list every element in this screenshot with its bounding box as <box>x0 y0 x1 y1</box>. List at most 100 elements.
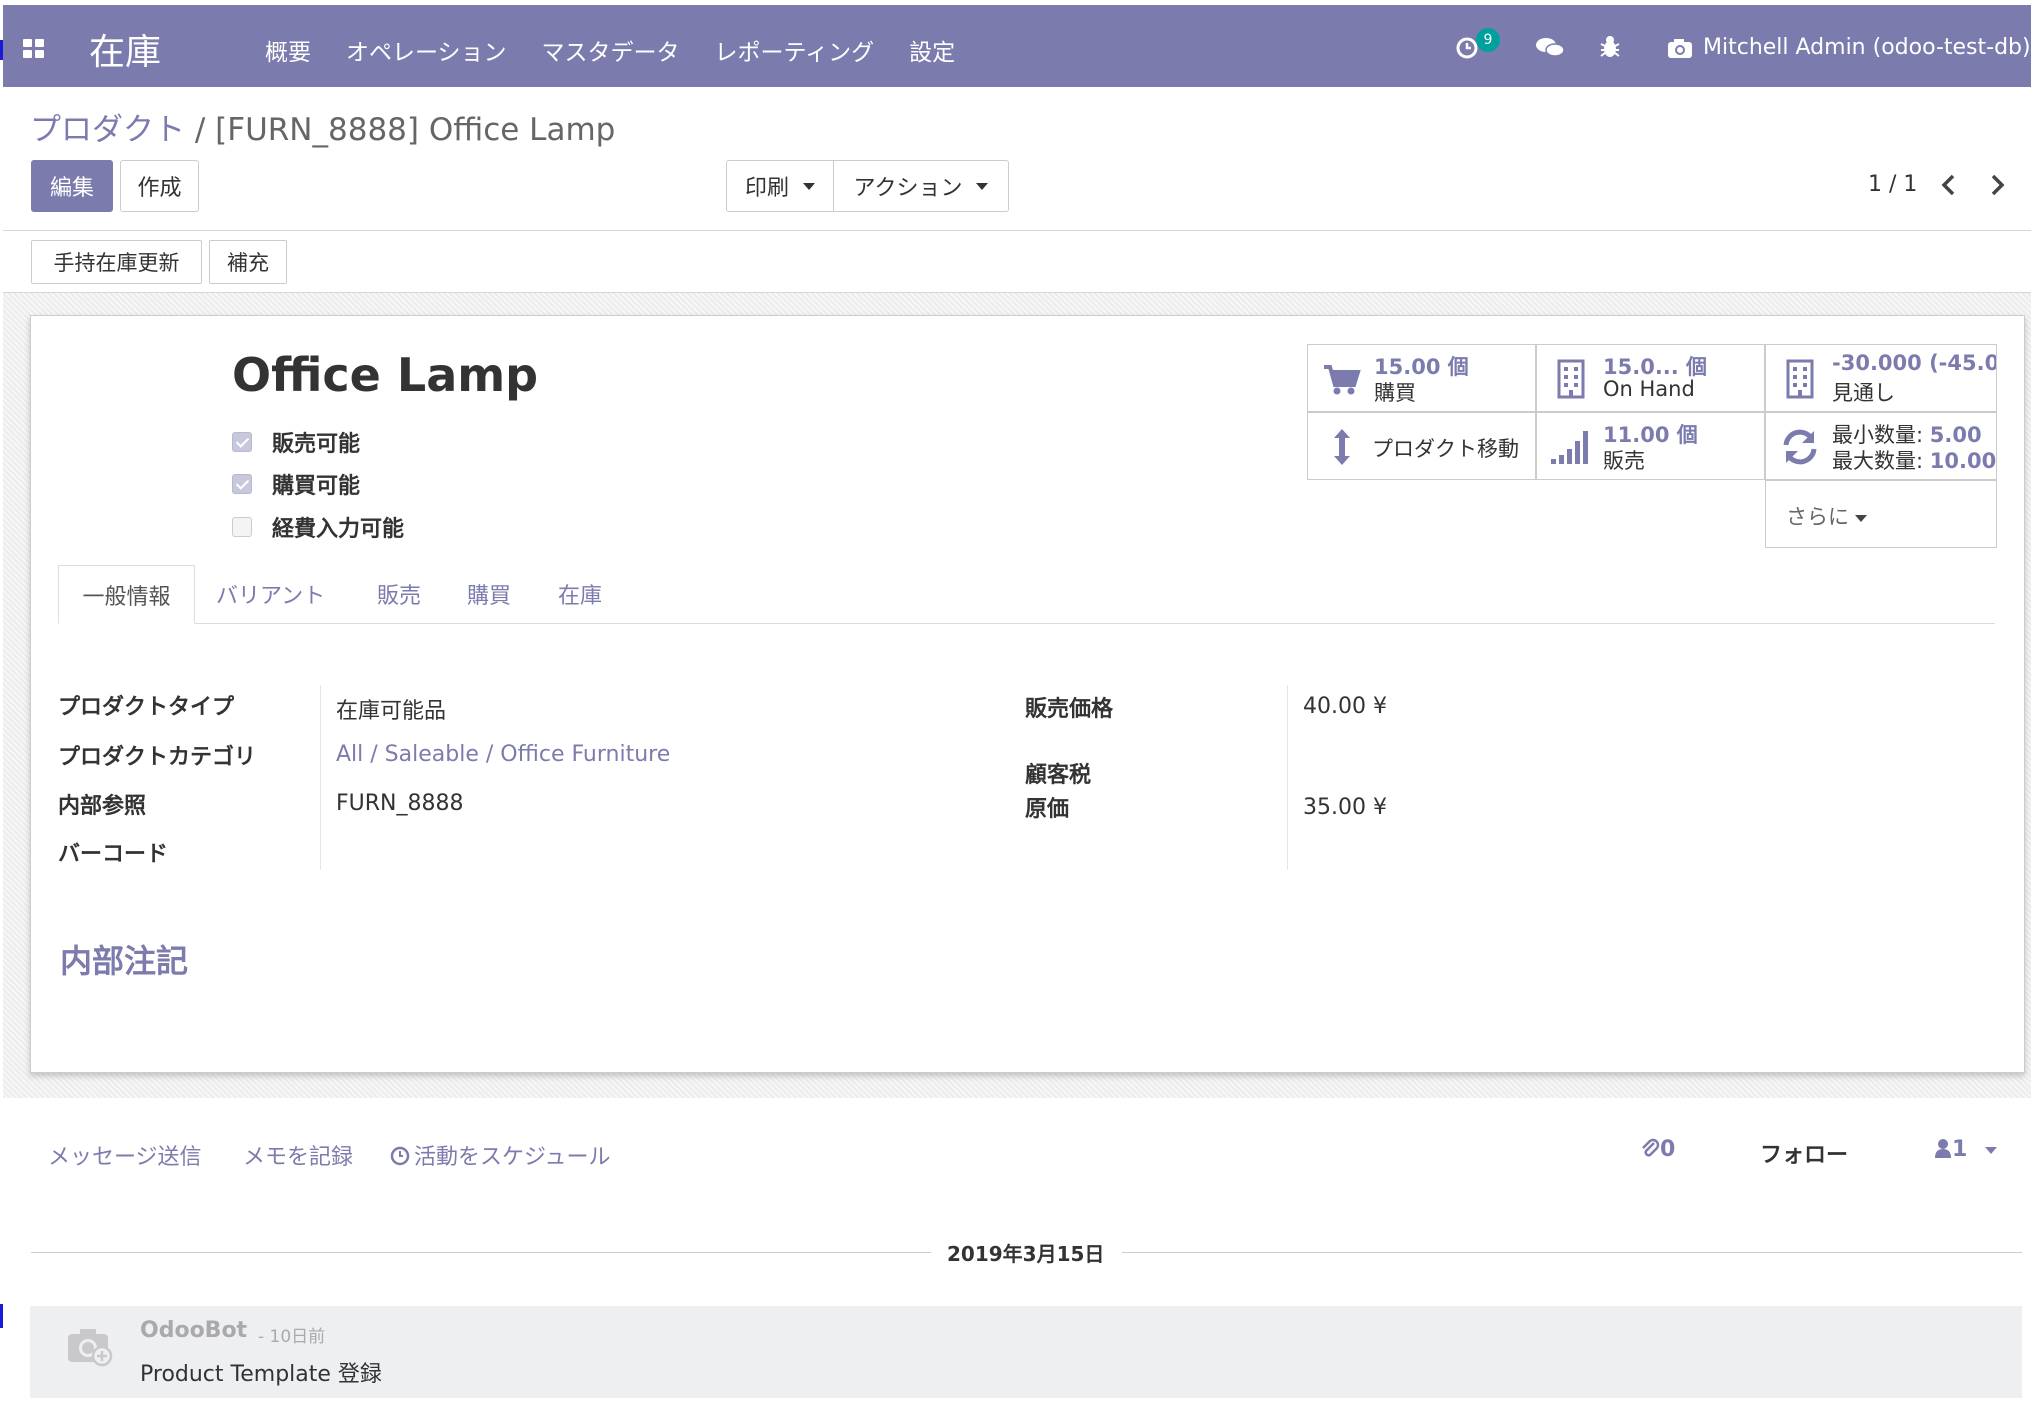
cost-label: 原価 <box>1025 797 1070 822</box>
apps-menu-icon[interactable] <box>23 39 45 59</box>
date-separator-line <box>31 1252 931 1253</box>
tab-sales[interactable]: 販売 <box>377 578 421 610</box>
reorder-max-label: 最大数量: <box>1832 449 1924 473</box>
internal-reference-value[interactable]: FURN_8888 <box>336 791 464 816</box>
on-hand-smart-button[interactable]: 15.0... 個 On Hand <box>1536 344 1765 412</box>
bot-avatar-icon <box>68 1329 113 1367</box>
product-moves-label: プロダクト移動 <box>1372 437 1519 461</box>
action-dropdown[interactable]: アクション <box>833 160 1009 212</box>
attachments-button[interactable]: 0 <box>1640 1137 1675 1162</box>
building-icon <box>1557 359 1585 399</box>
schedule-activity-button[interactable]: 活動をスケジュール <box>390 1139 610 1171</box>
activity-count-badge: 9 <box>1476 28 1500 52</box>
purchase-ok-checkbox[interactable] <box>232 474 252 494</box>
product-name: Office Lamp <box>232 348 539 402</box>
sold-label: 販売 <box>1603 449 1645 473</box>
sold-smart-button[interactable]: 11.00 個 販売 <box>1536 412 1765 480</box>
forecast-label: 見通し <box>1832 381 1895 405</box>
breadcrumb: プロダクト / [FURN_8888] Office Lamp <box>30 104 615 149</box>
user-avatar-icon[interactable] <box>1667 36 1695 60</box>
caret-down-icon <box>1985 1146 1998 1154</box>
caret-down-icon <box>803 182 815 190</box>
reorder-min-label: 最小数量: <box>1832 423 1924 447</box>
breadcrumb-separator: / <box>185 112 216 148</box>
follow-button[interactable]: フォロー <box>1760 1137 1848 1169</box>
message-body: Product Template 登録 <box>140 1362 382 1387</box>
replenish-button[interactable]: 補充 <box>209 240 287 284</box>
app-title[interactable]: 在庫 <box>89 23 161 75</box>
building-icon <box>1786 359 1814 399</box>
on-hand-label: On Hand <box>1603 377 1695 401</box>
shopping-cart-icon <box>1324 365 1361 395</box>
purchase-ok-label: 購買可能 <box>272 474 361 499</box>
purchase-ok-checkbox-row: 購買可能 <box>232 468 360 500</box>
pager-next-icon[interactable] <box>1982 170 2012 200</box>
main-menu: 概要 オペレーション マスタデータ レポーティング 設定 <box>265 33 990 67</box>
product-type-value[interactable]: 在庫可能品 <box>336 693 446 725</box>
user-icon <box>1935 1139 1951 1158</box>
product-category-link[interactable]: All / Saleable / Office Furniture <box>336 742 670 767</box>
reordering-rules-smart-button[interactable]: 最小数量: 5.00 最大数量: 10.00 <box>1765 412 1997 480</box>
barcode-label: バーコード <box>58 842 169 867</box>
menu-settings[interactable]: 設定 <box>909 33 955 67</box>
paperclip-icon <box>1642 1138 1660 1157</box>
user-menu[interactable]: Mitchell Admin (odoo-test-db) <box>1703 35 2031 60</box>
caret-down-icon <box>1855 514 1867 522</box>
pager-value[interactable]: 1 / 1 <box>1868 172 1917 197</box>
edit-button[interactable]: 編集 <box>31 160 113 212</box>
product-category-label: プロダクトカテゴリ <box>58 745 257 770</box>
control-panel-divider <box>3 230 2031 231</box>
sales-price-value[interactable]: 40.00 ¥ <box>1303 694 1387 719</box>
tabs-underline <box>58 623 1995 624</box>
log-note-button[interactable]: メモを記録 <box>243 1139 353 1171</box>
menu-reporting[interactable]: レポーティング <box>715 33 875 67</box>
customer-taxes-label: 顧客税 <box>1025 763 1092 788</box>
more-smart-buttons-dropdown[interactable]: さらに <box>1765 480 1997 548</box>
clock-icon <box>390 1146 410 1166</box>
internal-reference-label: 内部参照 <box>58 794 147 819</box>
cost-value[interactable]: 35.00 ¥ <box>1303 795 1387 820</box>
messages-icon[interactable] <box>1535 36 1565 60</box>
schedule-activity-label: 活動をスケジュール <box>414 1145 611 1170</box>
menu-operations[interactable]: オペレーション <box>346 33 507 67</box>
arrows-vertical-icon <box>1334 429 1350 465</box>
pager-previous-icon[interactable] <box>1934 170 1964 200</box>
purchased-smart-button[interactable]: 15.00 個 購買 <box>1307 344 1536 412</box>
debug-bug-icon[interactable] <box>1599 34 1621 60</box>
message-date-separator: 2019年3月15日 <box>947 1242 1105 1266</box>
product-moves-smart-button[interactable]: プロダクト移動 <box>1307 412 1536 480</box>
reorder-max-value: 10.00 <box>1929 449 1997 473</box>
tab-general-info[interactable]: 一般情報 <box>58 565 195 624</box>
user-name: Mitchell Admin (odoo-test-db) <box>1703 35 2031 60</box>
tab-variants[interactable]: バリアント <box>216 578 325 610</box>
sale-ok-checkbox[interactable] <box>232 432 252 452</box>
reorder-max-line: 最大数量: 10.00 <box>1832 445 1996 475</box>
sale-ok-checkbox-row: 販売可能 <box>232 426 360 458</box>
purchased-label: 購買 <box>1374 381 1416 405</box>
breadcrumb-products-link[interactable]: プロダクト <box>30 112 185 148</box>
tab-inventory[interactable]: 在庫 <box>558 578 602 610</box>
message-time: - 10日前 <box>258 1327 326 1347</box>
followers-dropdown[interactable]: 1 <box>1934 1137 1998 1162</box>
window-edge-mark <box>0 1304 3 1328</box>
expense-ok-checkbox[interactable] <box>232 517 252 537</box>
create-button[interactable]: 作成 <box>120 160 199 212</box>
forecast-value: -30.000 (-45.000 <box>1832 351 1997 375</box>
date-separator-line <box>1122 1252 2022 1253</box>
product-type-label: プロダクトタイプ <box>58 695 235 720</box>
followers-count: 1 <box>1952 1137 1968 1162</box>
attachments-count: 0 <box>1660 1137 1676 1162</box>
message-author[interactable]: OdooBot <box>140 1318 247 1343</box>
signal-bars-icon <box>1551 431 1588 464</box>
field-separator <box>1287 685 1288 870</box>
forecast-smart-button[interactable]: -30.000 (-45.000 見通し <box>1765 344 1997 412</box>
top-navbar: 在庫 概要 オペレーション マスタデータ レポーティング 設定 9 Mitche… <box>3 5 2031 87</box>
send-message-button[interactable]: メッセージ送信 <box>48 1139 202 1171</box>
sales-price-label: 販売価格 <box>1025 697 1114 722</box>
menu-master-data[interactable]: マスタデータ <box>542 33 680 67</box>
expense-ok-checkbox-row: 経費入力可能 <box>232 511 404 543</box>
menu-overview[interactable]: 概要 <box>265 33 311 67</box>
tab-purchase[interactable]: 購買 <box>467 578 511 610</box>
update-quantity-button[interactable]: 手持在庫更新 <box>31 240 202 284</box>
print-dropdown[interactable]: 印刷 <box>726 160 834 212</box>
